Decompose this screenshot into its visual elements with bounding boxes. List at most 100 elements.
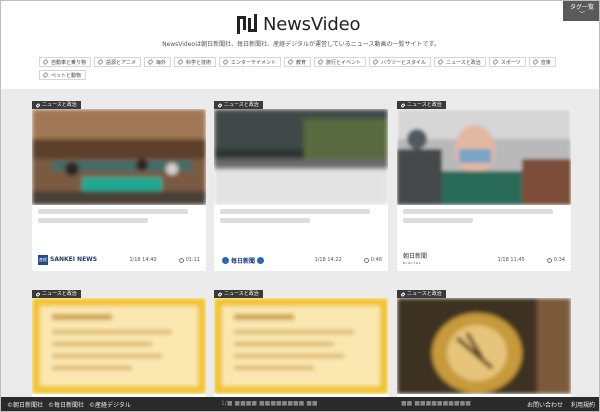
mainichi-mark-icon xyxy=(222,256,229,264)
tag-icon xyxy=(437,58,444,66)
duration-text: 0:46 xyxy=(370,257,382,263)
category-tag[interactable]: 自動車と乗り物 xyxy=(39,57,92,67)
category-badge: ニュースと政治 xyxy=(214,101,263,109)
video-thumbnail[interactable] xyxy=(32,298,206,394)
video-card[interactable]: ニュースと政治 xyxy=(214,290,388,411)
tag-icon xyxy=(177,58,184,66)
clock-icon xyxy=(363,257,369,263)
sankei-mark-icon: 産経 xyxy=(38,255,48,265)
copyright-mainichi: ©毎日新聞社 xyxy=(48,401,85,409)
category-tag[interactable]: 教育 xyxy=(283,57,311,67)
category-list: 自動車と乗り物 語源とアニメ 海外 科学と技術 エンターテイメント 教育 旅行と… xyxy=(39,57,569,80)
site-logo[interactable]: NewsVideo xyxy=(237,12,360,36)
category-tag[interactable]: ニュースと政治 xyxy=(434,57,486,67)
tag-icon xyxy=(222,58,229,66)
category-label: エンターテイメント xyxy=(230,59,276,66)
contact-link[interactable]: お問い合わせ xyxy=(527,400,563,409)
title-placeholder xyxy=(38,218,148,223)
copyright-sankei: ©産経デジタル xyxy=(89,401,131,409)
publisher-logo-asahi: 朝日新聞 DIGITAL xyxy=(403,254,427,266)
tag-icon xyxy=(400,102,406,108)
footer-links: お問い合わせ 利用規約 xyxy=(527,400,595,409)
logo-text: NewsVideo xyxy=(263,13,361,35)
category-label: ニュースと政治 xyxy=(446,59,481,66)
post-date: 1/18 14:40 xyxy=(129,257,157,263)
duration-text: 01:11 xyxy=(185,257,200,263)
thumbnail-image xyxy=(397,298,571,394)
duration: 0:46 xyxy=(363,257,382,263)
newsvideo-logo-icon xyxy=(237,14,257,34)
category-tag[interactable]: 海外 xyxy=(143,57,171,67)
title-placeholder xyxy=(220,209,370,214)
category-badge: ニュースと政治 xyxy=(397,101,446,109)
duration: 01:11 xyxy=(178,257,200,263)
card-footer: 朝日新聞 DIGITAL 1/18 11:45 0:34 xyxy=(397,249,571,271)
category-label: 自動車と乗り物 xyxy=(51,59,87,66)
video-thumbnail[interactable] xyxy=(214,109,388,205)
video-thumbnail[interactable] xyxy=(32,109,206,205)
category-tag[interactable]: 語源とアニメ xyxy=(94,57,141,67)
category-badge: ニュースと政治 xyxy=(32,290,81,298)
category-tag[interactable]: 音楽 xyxy=(528,57,556,67)
tag-list-button[interactable]: タグ一覧 ﹀ xyxy=(563,1,599,21)
category-label: 科学と技術 xyxy=(185,59,211,66)
publisher-name: 毎日新聞 xyxy=(231,257,256,265)
post-date: 1/18 11:45 xyxy=(497,257,525,263)
category-tag[interactable]: ハウツーとスタイル xyxy=(369,57,432,67)
copyright-links: ©朝日新聞社 ©毎日新聞社 ©産経デジタル xyxy=(7,400,131,409)
video-thumbnail[interactable] xyxy=(397,298,571,394)
category-tag[interactable]: 科学と技術 xyxy=(173,57,216,67)
terms-link[interactable]: 利用規約 xyxy=(571,400,595,409)
tag-icon xyxy=(217,291,223,297)
tag-icon xyxy=(532,58,539,66)
category-tag[interactable]: エンターテイメント xyxy=(218,57,281,67)
publisher-sub: DIGITAL xyxy=(403,261,422,265)
ghost-text: ■■ ■■■■■■■■■■ xyxy=(401,400,471,407)
category-label: スポーツ xyxy=(500,59,521,66)
video-card[interactable]: ニュースと政治 産経 SANKEI NEWS 1/18 14:40 01:11 xyxy=(32,101,206,271)
category-badge: ニュースと政治 xyxy=(214,290,263,298)
badge-label: ニュースと政治 xyxy=(42,291,77,297)
video-card[interactable]: ニュースと政治 xyxy=(32,290,206,411)
site-header: NewsVideo NewsVideoは朝日新聞社、毎日新聞社、産経デジタルが運… xyxy=(1,1,599,89)
tag-icon xyxy=(35,291,41,297)
tag-icon xyxy=(400,291,406,297)
site-tagline: NewsVideoは朝日新聞社、毎日新聞社、産経デジタルが運営しているニュース動… xyxy=(162,41,440,48)
card-footer: 毎日新聞 1/18 14:22 0:46 xyxy=(214,249,388,271)
publisher-name: SANKEI NEWS xyxy=(50,256,98,263)
clock-icon xyxy=(546,257,552,263)
tag-list-label: タグ一覧 xyxy=(569,4,594,11)
mainichi-mark-icon xyxy=(257,256,265,264)
video-card[interactable]: ニュースと政治 xyxy=(397,290,571,411)
thumbnail-image xyxy=(397,109,571,205)
category-label: ハウツーとスタイル xyxy=(381,59,427,66)
category-tag[interactable]: 旅行とイベント xyxy=(313,57,366,67)
card-footer: 産経 SANKEI NEWS 1/18 14:40 01:11 xyxy=(32,249,206,271)
title-placeholder xyxy=(403,218,473,223)
category-label: 旅行とイベント xyxy=(325,59,361,66)
tag-icon xyxy=(35,102,41,108)
tag-icon xyxy=(317,58,324,66)
video-thumbnail[interactable] xyxy=(397,109,571,205)
category-tag[interactable]: ペットと動物 xyxy=(39,70,87,80)
footer-bar: ©朝日新聞社 ©毎日新聞社 ©産経デジタル 1/■ ■■■■ ■■■■■■■■ … xyxy=(1,397,599,411)
tag-icon xyxy=(42,71,49,79)
category-label: 音楽 xyxy=(540,59,551,66)
video-thumbnail[interactable] xyxy=(214,298,388,394)
category-badge: ニュースと政治 xyxy=(397,290,446,298)
tag-icon xyxy=(97,58,104,66)
ghost-text: 1/■ ■■■■ ■■■■■■■■ ■■ xyxy=(221,400,318,407)
badge-label: ニュースと政治 xyxy=(224,291,259,297)
publisher-name: 朝日新聞 xyxy=(403,253,428,260)
tag-icon xyxy=(372,58,379,66)
chevron-down-icon: ﹀ xyxy=(578,11,585,18)
video-card[interactable]: ニュースと政治 朝日新聞 DIGITAL 1/18 11:45 0:34 xyxy=(397,101,571,271)
video-card[interactable]: ニュースと政治 毎日新聞 1/18 14:22 0:46 xyxy=(214,101,388,271)
category-tag[interactable]: スポーツ xyxy=(488,57,526,67)
title-placeholder xyxy=(403,209,553,214)
category-badge: ニュースと政治 xyxy=(32,101,81,109)
page-frame: NewsVideo NewsVideoは朝日新聞社、毎日新聞社、産経デジタルが運… xyxy=(0,0,600,412)
tag-icon xyxy=(217,102,223,108)
badge-label: ニュースと政治 xyxy=(42,102,77,108)
thumbnail-image xyxy=(214,109,388,205)
